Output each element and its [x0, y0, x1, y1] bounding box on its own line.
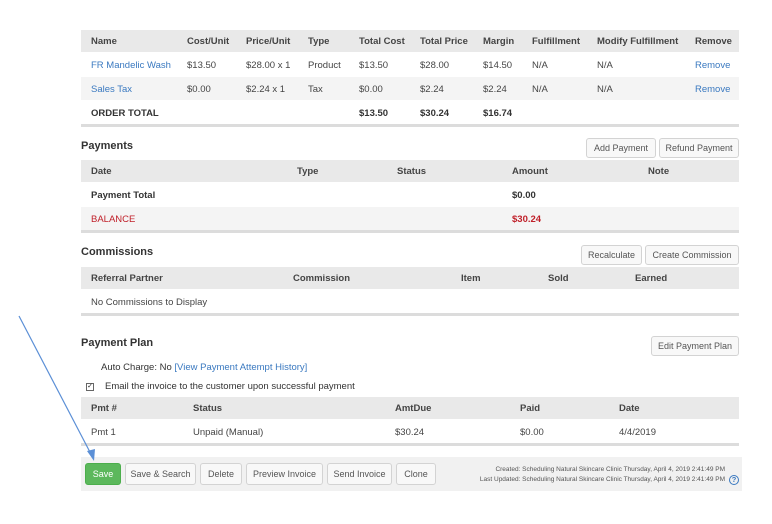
annotation-arrow-icon [18, 315, 95, 461]
